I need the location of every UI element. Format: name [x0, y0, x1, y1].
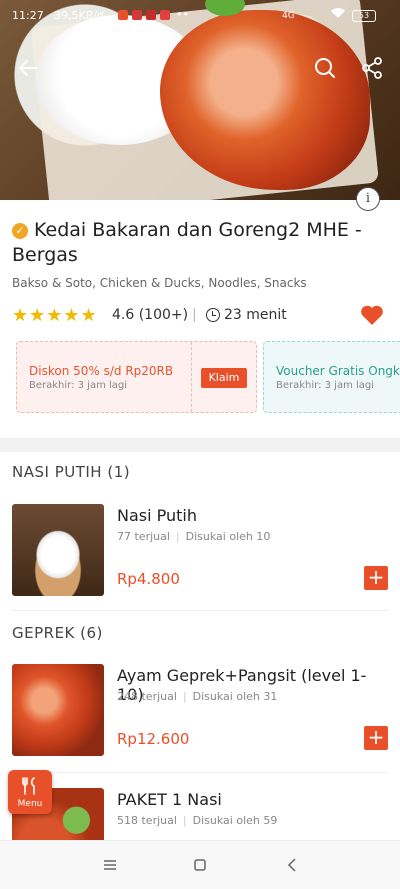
promo-title: Voucher Gratis Ongkir: [276, 364, 400, 378]
promo-divider: [191, 342, 192, 412]
recents-icon[interactable]: [100, 855, 120, 875]
status-time: 11:27: [12, 9, 44, 22]
notification-icon: [132, 10, 142, 20]
status-app-icons: [118, 10, 170, 20]
share-icon[interactable]: [354, 50, 390, 86]
nav-back-icon[interactable]: [282, 855, 302, 875]
item-likes: Disukai oleh 10: [185, 530, 271, 543]
item-meta: 248 terjual | Disukai oleh 31: [117, 690, 277, 703]
store-title-row: ✓ Kedai Bakaran dan Goreng2 MHE - Bergas: [12, 218, 388, 268]
item-likes: Disukai oleh 31: [192, 690, 278, 703]
claim-button[interactable]: Klaim: [201, 368, 247, 388]
search-icon[interactable]: [307, 50, 343, 86]
add-to-cart-button[interactable]: +: [364, 566, 388, 590]
promo-expiry: Berakhir: 3 jam lagi: [29, 380, 128, 391]
row-divider: [12, 610, 388, 611]
verified-badge-icon: ✓: [12, 223, 28, 239]
promo-title: Diskon 50% s/d Rp20RB: [29, 364, 174, 378]
item-meta: 518 terjual | Disukai oleh 59: [117, 814, 277, 827]
store-name: Kedai Bakaran dan Goreng2 MHE - Bergas: [12, 219, 362, 266]
store-hero-image: [0, 0, 400, 200]
status-more-icon: ••: [176, 8, 189, 21]
menu-button-label: Menu: [17, 799, 43, 809]
status-network-speed: 39,5KB/d: [54, 9, 104, 22]
section-title-geprek: GEPREK (6): [12, 624, 103, 642]
item-price: Rp4.800: [117, 570, 180, 588]
item-image[interactable]: [12, 504, 104, 596]
meta-divider: |: [182, 690, 187, 703]
rating-value[interactable]: 4.6 (100+): [112, 307, 188, 323]
promo-card-discount[interactable]: Diskon 50% s/d Rp20RB Berakhir: 3 jam la…: [16, 341, 257, 413]
rating-stars: ★★★★★: [12, 305, 98, 326]
add-to-cart-button[interactable]: +: [364, 726, 388, 750]
notification-icon: [160, 10, 170, 20]
system-nav-bar: [0, 840, 400, 889]
back-arrow-icon[interactable]: [10, 50, 46, 86]
item-sold: 77 terjual: [117, 530, 170, 543]
home-icon[interactable]: [190, 855, 210, 875]
promo-expiry: Berakhir: 3 jam lagi: [276, 380, 375, 391]
section-gap: [0, 438, 400, 452]
clock-icon: [206, 308, 220, 322]
item-image[interactable]: [12, 664, 104, 756]
row-divider: [12, 772, 388, 773]
heart-icon[interactable]: [360, 304, 384, 330]
meta-divider: |: [175, 530, 180, 543]
item-likes: Disukai oleh 59: [192, 814, 278, 827]
store-header: ✓ Kedai Bakaran dan Goreng2 MHE - Bergas: [12, 218, 388, 268]
divider: |: [192, 307, 197, 323]
store-categories: Bakso & Soto, Chicken & Ducks, Noodles, …: [12, 276, 307, 290]
wifi-icon: [330, 7, 346, 23]
utensils-icon: [20, 776, 40, 800]
item-name: Nasi Putih: [117, 506, 198, 525]
delivery-eta: 23 menit: [224, 307, 287, 323]
notification-icon: [146, 10, 156, 20]
menu-button[interactable]: Menu: [8, 770, 52, 814]
signal-icon: 4G: [282, 11, 295, 21]
promo-card-free-shipping[interactable]: Voucher Gratis Ongkir Berakhir: 3 jam la…: [263, 341, 400, 413]
section-title-nasi-putih: NASI PUTIH (1): [12, 463, 131, 481]
notification-icon: [118, 10, 128, 20]
item-sold: 518 terjual: [117, 814, 177, 827]
item-name: PAKET 1 Nasi: [117, 790, 222, 809]
store-rating-row: ★★★★★ 4.6 (100+) | 23 menit: [12, 305, 388, 327]
item-meta: 77 terjual | Disukai oleh 10: [117, 530, 270, 543]
battery-icon: 53: [352, 10, 376, 22]
meta-divider: |: [182, 814, 187, 827]
item-sold: 248 terjual: [117, 690, 177, 703]
item-price: Rp12.600: [117, 730, 190, 748]
info-icon[interactable]: i: [356, 187, 380, 211]
status-bar: 11:27 39,5KB/d •• 4G 53: [0, 0, 400, 28]
